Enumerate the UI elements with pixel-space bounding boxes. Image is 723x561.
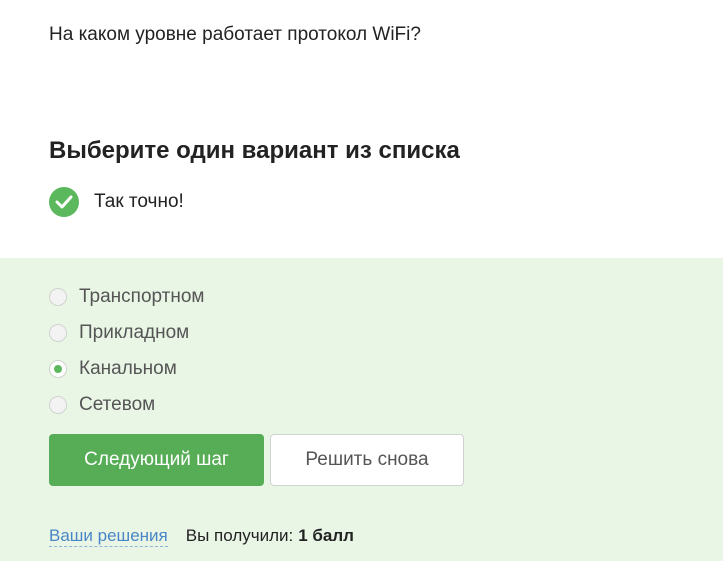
score-label: Вы получили:	[185, 526, 294, 545]
correct-feedback: Так точно!	[49, 187, 184, 217]
question-text: На каком уровне работает протокол WiFi?	[49, 24, 421, 45]
option-label: Транспортном	[79, 286, 205, 307]
option-network[interactable]: Сетевом	[49, 387, 205, 423]
option-data-link[interactable]: Канальном	[49, 351, 205, 387]
option-label: Канальном	[79, 358, 177, 379]
solve-again-button[interactable]: Решить снова	[270, 434, 464, 486]
option-transport[interactable]: Транспортном	[49, 279, 205, 315]
your-solutions-link[interactable]: Ваши решения	[49, 526, 168, 547]
radio-button[interactable]	[49, 396, 67, 414]
radio-button[interactable]	[49, 324, 67, 342]
options-list: Транспортном Прикладном Канальном Сетево…	[49, 279, 205, 423]
next-step-button[interactable]: Следующий шаг	[49, 434, 264, 486]
radio-button[interactable]	[49, 288, 67, 306]
option-application[interactable]: Прикладном	[49, 315, 205, 351]
radio-dot	[54, 365, 62, 373]
feedback-text: Так точно!	[94, 191, 184, 212]
result-footer: Ваши решения Вы получили: 1 балл	[49, 526, 354, 547]
answer-area: Транспортном Прикладном Канальном Сетево…	[0, 258, 723, 561]
option-label: Прикладном	[79, 322, 190, 343]
radio-button-selected[interactable]	[49, 360, 67, 378]
check-circle-icon	[49, 187, 79, 217]
answer-heading: Выберите один вариант из списка	[49, 137, 460, 164]
score-value: 1 балл	[298, 526, 354, 545]
option-label: Сетевом	[79, 394, 156, 415]
